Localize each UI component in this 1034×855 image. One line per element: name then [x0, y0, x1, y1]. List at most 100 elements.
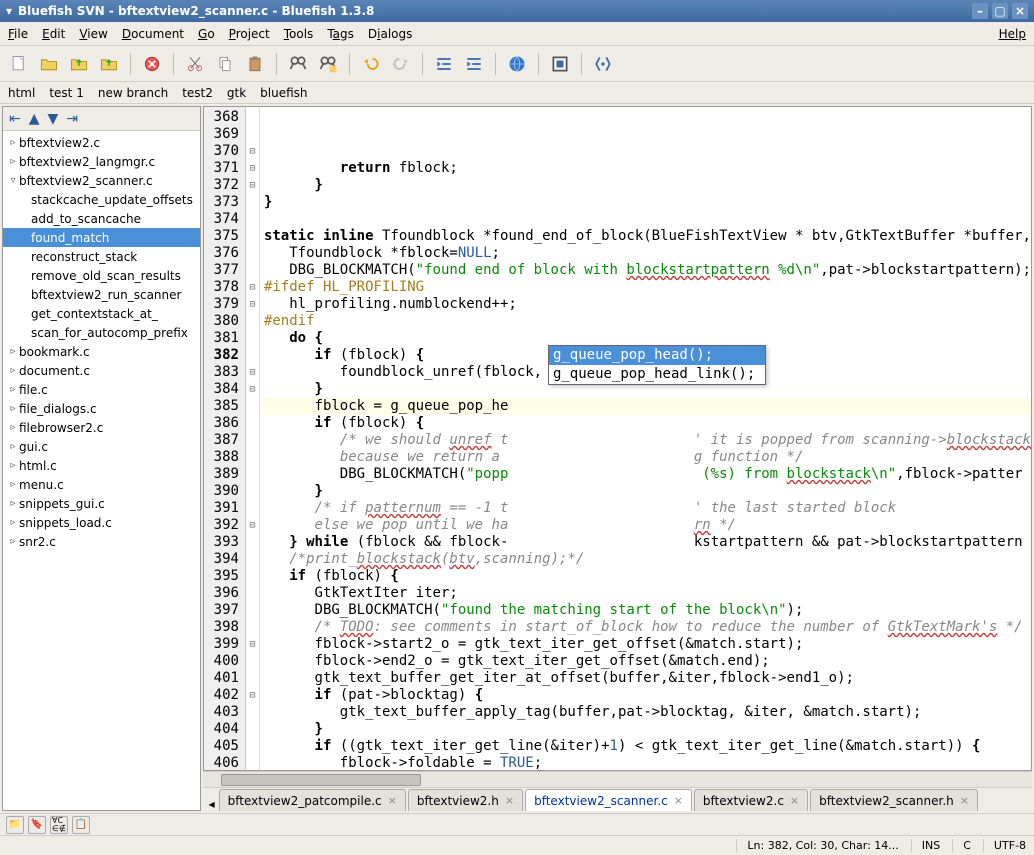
project-tab[interactable]: bluefish — [260, 86, 307, 100]
scrollbar-thumb[interactable] — [221, 774, 421, 786]
bookmarks-panel-icon[interactable]: 🔖 — [28, 816, 46, 834]
code-line[interactable]: if (fblock) { — [264, 415, 1031, 432]
code-line[interactable]: fblock->start2_o = gtk_text_iter_get_off… — [264, 636, 1031, 653]
code-line[interactable]: } — [264, 177, 1031, 194]
browser-preview-button[interactable] — [504, 51, 530, 77]
editor-tab[interactable]: bftextview2.c× — [694, 789, 808, 811]
tab-close-icon[interactable]: × — [388, 794, 397, 807]
code-line[interactable]: #ifdef HL_PROFILING — [264, 279, 1031, 296]
fullscreen-button[interactable] — [547, 51, 573, 77]
tab-close-icon[interactable]: × — [505, 794, 514, 807]
tree-item[interactable]: ▹file_dialogs.c — [3, 399, 200, 418]
tree-child-item[interactable]: reconstruct_stack — [3, 247, 200, 266]
sidebar-toggle-button[interactable] — [590, 51, 616, 77]
menu-help[interactable]: Help — [999, 27, 1026, 41]
indent-button[interactable] — [461, 51, 487, 77]
close-button[interactable]: × — [1012, 3, 1028, 19]
tree-child-item[interactable]: remove_old_scan_results — [3, 266, 200, 285]
menu-edit[interactable]: Edit — [42, 27, 65, 41]
tree-child-item[interactable]: bftextview2_run_scanner — [3, 285, 200, 304]
code-line[interactable]: Tfoundblock *fblock=NULL; — [264, 245, 1031, 262]
code-editor[interactable]: 3683693703713723733743753763773783793803… — [203, 106, 1032, 771]
autocomplete-popup[interactable]: g_queue_pop_head();g_queue_pop_head_link… — [548, 345, 766, 385]
code-line[interactable]: /*print_blockstack(btv,scanning);*/ — [264, 551, 1031, 568]
menu-file[interactable]: File — [8, 27, 28, 41]
code-line[interactable]: DBG_BLOCKMATCH("popp (%s) from blockstac… — [264, 466, 1031, 483]
code-area[interactable]: return fblock; }} static inline Tfoundblo… — [260, 107, 1031, 770]
function-tree[interactable]: ▹bftextview2.c▹bftextview2_langmgr.c▿bft… — [3, 131, 200, 810]
code-line[interactable]: if ((gtk_text_iter_get_line(&iter)+1) < … — [264, 738, 1031, 755]
new-file-button[interactable] — [6, 51, 32, 77]
tree-item[interactable]: ▹snr2.c — [3, 532, 200, 551]
save-as-button[interactable] — [96, 51, 122, 77]
tree-item[interactable]: ▹document.c — [3, 361, 200, 380]
fold-gutter[interactable]: ⊟⊟⊟⊟⊟⊟⊟⊟⊟⊟ — [246, 107, 260, 770]
editor-tab[interactable]: bftextview2_scanner.h× — [810, 789, 978, 811]
code-line[interactable]: static inline Tfoundblock *found_end_of_… — [264, 228, 1031, 245]
tree-child-item[interactable]: scan_for_autocomp_prefix — [3, 323, 200, 342]
menu-dialogs[interactable]: Dialogs — [368, 27, 413, 41]
paste-button[interactable] — [242, 51, 268, 77]
editor-tab[interactable]: bftextview2.h× — [408, 789, 523, 811]
tree-child-item[interactable]: get_contextstack_at_ — [3, 304, 200, 323]
code-line[interactable]: /* if patternum == -1 t ' the last start… — [264, 500, 1031, 517]
tree-item[interactable]: ▹bftextview2.c — [3, 133, 200, 152]
save-file-button[interactable] — [66, 51, 92, 77]
nav-down-icon[interactable]: ▼ — [48, 111, 59, 127]
code-line[interactable]: } — [264, 721, 1031, 738]
tree-item[interactable]: ▹snippets_load.c — [3, 513, 200, 532]
code-line[interactable]: hl_profiling.numblockend++; — [264, 296, 1031, 313]
menu-document[interactable]: Document — [122, 27, 184, 41]
tree-child-item[interactable]: stackcache_update_offsets — [3, 190, 200, 209]
menu-view[interactable]: View — [79, 27, 107, 41]
menu-tags[interactable]: Tags — [327, 27, 354, 41]
minimize-button[interactable]: – — [972, 3, 988, 19]
code-line[interactable]: DBG_BLOCKMATCH("found end of block with … — [264, 262, 1031, 279]
menu-tools[interactable]: Tools — [284, 27, 314, 41]
project-tab[interactable]: test2 — [182, 86, 213, 100]
tree-item[interactable]: ▹gui.c — [3, 437, 200, 456]
project-tab[interactable]: test 1 — [49, 86, 84, 100]
tree-child-item[interactable]: found_match — [3, 228, 200, 247]
tree-item[interactable]: ▹menu.c — [3, 475, 200, 494]
code-line[interactable]: fblock->end2_o = gtk_text_iter_get_offse… — [264, 653, 1031, 670]
nav-up-icon[interactable]: ▲ — [29, 111, 40, 127]
window-menu-icon[interactable]: ▾ — [6, 4, 12, 18]
project-tab[interactable]: html — [8, 86, 35, 100]
code-line[interactable] — [264, 211, 1031, 228]
code-line[interactable]: return fblock; — [264, 160, 1031, 177]
tab-close-icon[interactable]: × — [960, 794, 969, 807]
menu-go[interactable]: Go — [198, 27, 215, 41]
tree-item[interactable]: ▹filebrowser2.c — [3, 418, 200, 437]
tree-item[interactable]: ▹snippets_gui.c — [3, 494, 200, 513]
nav-last-icon[interactable]: ⇥ — [66, 111, 78, 127]
cut-button[interactable] — [182, 51, 208, 77]
code-line[interactable]: fblock = g_queue_pop_he — [264, 398, 1031, 415]
tree-item[interactable]: ▹file.c — [3, 380, 200, 399]
copy-button[interactable] — [212, 51, 238, 77]
code-line[interactable]: } — [264, 483, 1031, 500]
tab-close-icon[interactable]: × — [790, 794, 799, 807]
code-line[interactable]: } while (fblock && fblock- kstartpattern… — [264, 534, 1031, 551]
autocomplete-item[interactable]: g_queue_pop_head_link(); — [549, 365, 765, 384]
project-tab[interactable]: gtk — [227, 86, 246, 100]
horizontal-scrollbar[interactable] — [203, 771, 1032, 787]
code-line[interactable]: #endif — [264, 313, 1031, 330]
editor-tab[interactable]: bftextview2_scanner.c× — [525, 789, 692, 811]
tree-item[interactable]: ▿bftextview2_scanner.c — [3, 171, 200, 190]
tab-close-icon[interactable]: × — [674, 794, 683, 807]
maximize-button[interactable]: ▢ — [992, 3, 1008, 19]
menu-project[interactable]: Project — [229, 27, 270, 41]
tab-scroll-left-icon[interactable]: ◂ — [205, 797, 219, 811]
code-line[interactable]: because we return a g function */ — [264, 449, 1031, 466]
snippets-panel-icon[interactable]: 📋 — [72, 816, 90, 834]
autocomplete-item[interactable]: g_queue_pop_head(); — [549, 346, 765, 365]
filebrowser-panel-icon[interactable]: 📁 — [6, 816, 24, 834]
code-line[interactable]: else we pop until we ha rn */ — [264, 517, 1031, 534]
code-line[interactable]: /* TODO: see comments in start_of_block … — [264, 619, 1031, 636]
find-replace-button[interactable] — [315, 51, 341, 77]
tree-child-item[interactable]: add_to_scancache — [3, 209, 200, 228]
redo-button[interactable] — [388, 51, 414, 77]
unindent-button[interactable] — [431, 51, 457, 77]
code-line[interactable]: fblock->foldable = TRUE; — [264, 755, 1031, 770]
